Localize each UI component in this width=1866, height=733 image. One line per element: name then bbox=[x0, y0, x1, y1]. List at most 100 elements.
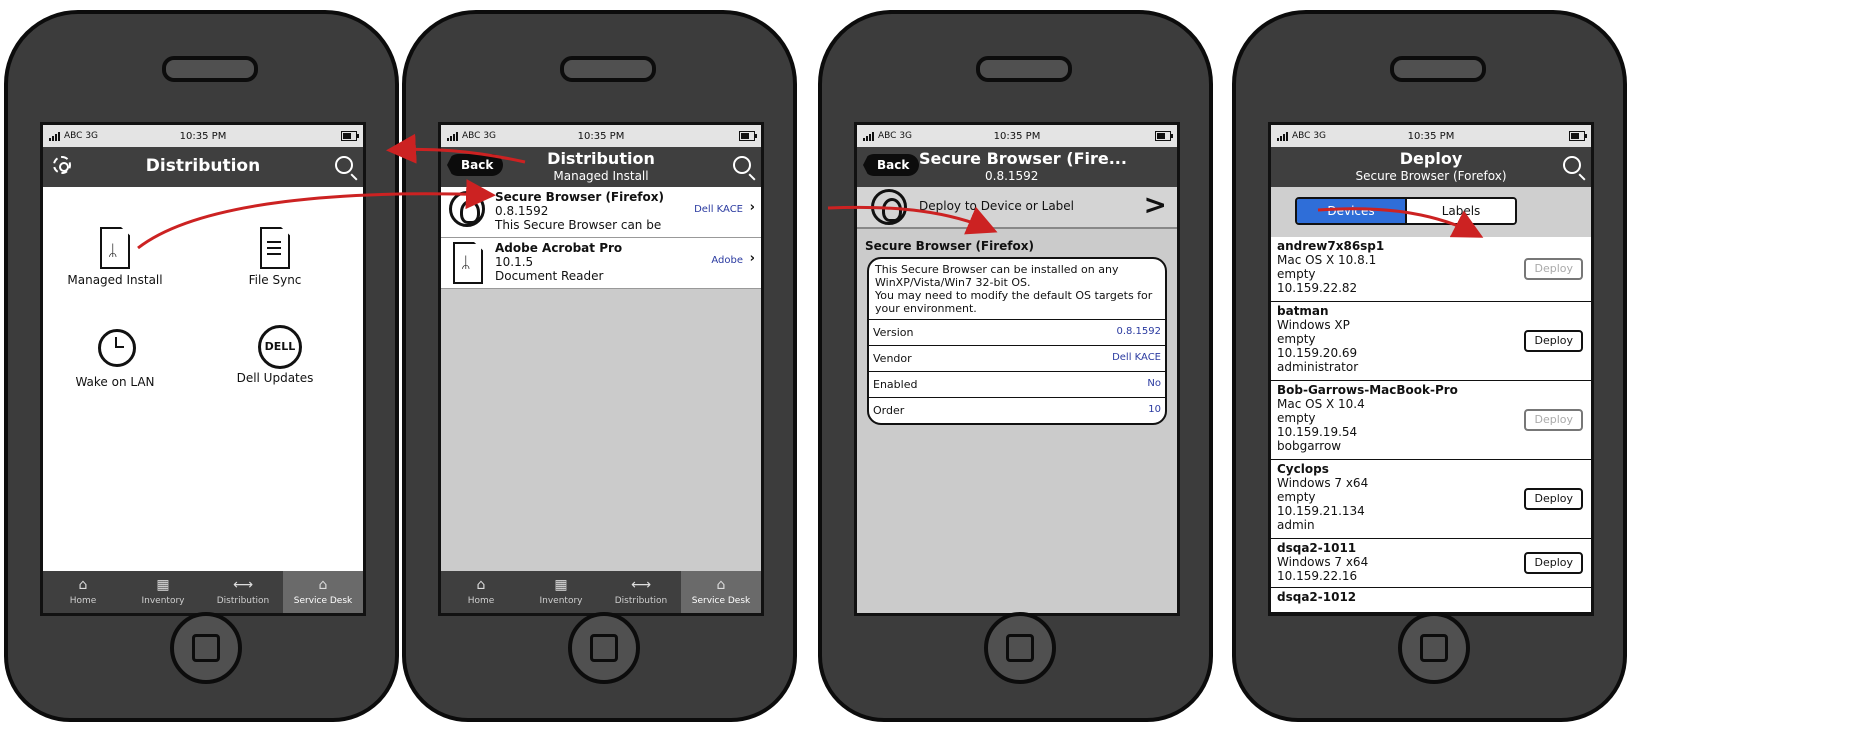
deploy-button[interactable]: Deploy bbox=[1524, 552, 1583, 574]
home-icon: ⌂ bbox=[78, 577, 88, 593]
status-bar: ABC 3G 10:35 PM bbox=[857, 125, 1177, 147]
device-name: andrew7x86sp1 bbox=[1277, 239, 1385, 253]
grid-icon: ▦ bbox=[156, 577, 170, 593]
search-icon[interactable] bbox=[335, 156, 353, 174]
nav-bar: Distribution bbox=[43, 147, 363, 187]
segment-devices[interactable]: Devices bbox=[1297, 199, 1407, 223]
segment-labels[interactable]: Labels bbox=[1407, 199, 1515, 223]
deploy-to-device-row[interactable]: Deploy to Device or Label > bbox=[857, 187, 1177, 229]
device-row[interactable]: Cyclops Windows 7 x64 empty 10.159.21.13… bbox=[1271, 460, 1591, 539]
chevron-right-icon: › bbox=[749, 251, 755, 266]
deploy-button[interactable]: Deploy bbox=[1524, 330, 1583, 352]
tab-service-desk[interactable]: ⌂ Service Desk bbox=[283, 571, 363, 613]
screen: ABC 3G 10:35 PM Back Distribution Manage… bbox=[438, 122, 764, 616]
device-row[interactable]: dsqa2-1011 Windows 7 x64 10.159.22.16 De… bbox=[1271, 539, 1591, 588]
phone-managed-install: ABC 3G 10:35 PM Back Distribution Manage… bbox=[402, 10, 797, 722]
home-button[interactable] bbox=[170, 612, 242, 684]
chevron-right-icon: › bbox=[749, 200, 755, 215]
item-desc: This Secure Browser can be bbox=[495, 218, 662, 232]
status-time: 10:35 PM bbox=[577, 130, 625, 142]
speaker bbox=[560, 56, 656, 82]
device-row[interactable]: batman Windows XP empty 10.159.20.69 adm… bbox=[1271, 302, 1591, 381]
item-vendor: Adobe bbox=[711, 255, 743, 266]
device-user: bobgarrow bbox=[1277, 439, 1342, 453]
field-version: Version 0.8.1592 bbox=[869, 319, 1165, 345]
status-time: 10:35 PM bbox=[179, 130, 227, 142]
pdf-doc-icon: ᛦ bbox=[453, 242, 483, 284]
battery-icon bbox=[341, 131, 359, 141]
deploy-button[interactable]: Deploy bbox=[1524, 409, 1583, 431]
double-arrow-icon: ⟷ bbox=[233, 577, 254, 593]
description-text: This Secure Browser can be installed on … bbox=[875, 263, 1153, 315]
tab-distribution[interactable]: ⟷ Distribution bbox=[203, 571, 283, 613]
screen: ABC 3G 10:35 PM Back Secure Browser (Fir… bbox=[854, 122, 1180, 616]
tab-bar: ⌂ Home ▦ Inventory ⟷ Distribution ⌂ Service … bbox=[43, 571, 363, 613]
deploy-button[interactable]: Deploy bbox=[1524, 258, 1583, 280]
tab-home[interactable]: ⌂ Home bbox=[43, 571, 123, 613]
doc-icon bbox=[260, 227, 290, 269]
speaker bbox=[976, 56, 1072, 82]
list-item[interactable]: ᛦ Adobe Acrobat Pro 10.1.5 Document Read… bbox=[441, 238, 761, 289]
firefox-icon bbox=[449, 191, 485, 227]
grid-item-label: Dell Updates bbox=[236, 371, 314, 385]
item-desc: Document Reader bbox=[495, 269, 604, 283]
list-item[interactable]: Secure Browser (Firefox) 0.8.1592 This S… bbox=[441, 187, 761, 238]
firefox-icon bbox=[871, 189, 907, 225]
section-title: Secure Browser (Firefox) bbox=[865, 239, 1034, 253]
device-name: Bob-Garrows-MacBook-Pro bbox=[1277, 383, 1458, 397]
gear-icon[interactable] bbox=[53, 156, 71, 174]
field-enabled: Enabled No bbox=[869, 371, 1165, 397]
battery-icon bbox=[1155, 131, 1173, 141]
nav-bar: Back Distribution Managed Install bbox=[441, 147, 761, 187]
device-row[interactable]: dsqa2-1012 bbox=[1271, 588, 1591, 613]
tab-inventory[interactable]: ▦ Inventory bbox=[123, 571, 203, 613]
phone-deploy: ABC 3G 10:35 PM Deploy Secure Browser (F… bbox=[1232, 10, 1627, 722]
page-subtitle: Secure Browser (Forefox) bbox=[1355, 169, 1507, 183]
speaker bbox=[162, 56, 258, 82]
back-button[interactable]: Back bbox=[863, 154, 920, 176]
tab-home[interactable]: ⌂ Home bbox=[441, 571, 521, 613]
nav-bar: Deploy Secure Browser (Forefox) bbox=[1271, 147, 1591, 187]
grid-item-managed-install[interactable]: ᛦ Managed Install bbox=[55, 227, 175, 287]
pdf-doc-icon: ᛦ bbox=[100, 227, 130, 269]
back-button[interactable]: Back bbox=[447, 154, 504, 176]
deploy-label: Deploy to Device or Label bbox=[919, 199, 1075, 213]
search-icon[interactable] bbox=[1563, 156, 1581, 174]
field-order: Order 10 bbox=[869, 397, 1165, 423]
detail-card: This Secure Browser can be installed on … bbox=[867, 257, 1167, 425]
tab-distribution[interactable]: ⟷ Distribution bbox=[601, 571, 681, 613]
device-row[interactable]: andrew7x86sp1 Mac OS X 10.8.1 empty 10.1… bbox=[1271, 237, 1591, 302]
alarm-clock-icon bbox=[98, 329, 136, 367]
battery-icon bbox=[739, 131, 757, 141]
battery-icon bbox=[1569, 131, 1587, 141]
device-name: dsqa2-1012 bbox=[1277, 590, 1357, 604]
search-icon[interactable] bbox=[733, 156, 751, 174]
tab-inventory[interactable]: ▦ Inventory bbox=[521, 571, 601, 613]
device-row[interactable]: Bob-Garrows-MacBook-Pro Mac OS X 10.4 em… bbox=[1271, 381, 1591, 460]
grid-icon: ▦ bbox=[554, 577, 568, 593]
deploy-button[interactable]: Deploy bbox=[1524, 488, 1583, 510]
device-ip: 10.159.22.82 bbox=[1277, 281, 1358, 295]
nav-bar: Back Secure Browser (Fire... 0.8.1592 bbox=[857, 147, 1177, 187]
dell-logo-icon: DELL bbox=[258, 325, 302, 369]
grid-item-label: Managed Install bbox=[67, 273, 163, 287]
home-button[interactable] bbox=[568, 612, 640, 684]
tab-service-desk[interactable]: ⌂ Service Desk bbox=[681, 571, 761, 613]
home-button[interactable] bbox=[1398, 612, 1470, 684]
grid-item-wake-on-lan[interactable]: Wake on LAN bbox=[55, 325, 175, 389]
grid-item-label: Wake on LAN bbox=[75, 375, 155, 389]
double-arrow-icon: ⟷ bbox=[631, 577, 652, 593]
device-list: andrew7x86sp1 Mac OS X 10.8.1 empty 10.1… bbox=[1271, 237, 1591, 613]
phone-package-detail: ABC 3G 10:35 PM Back Secure Browser (Fir… bbox=[818, 10, 1213, 722]
tab-bar: ⌂ Home ▦ Inventory ⟷ Distribution ⌂ Service … bbox=[441, 571, 761, 613]
grid-item-file-sync[interactable]: File Sync bbox=[215, 227, 335, 287]
status-time: 10:35 PM bbox=[1407, 130, 1455, 142]
device-name: Cyclops bbox=[1277, 462, 1329, 476]
page-title: Distribution bbox=[145, 156, 261, 176]
device-name: batman bbox=[1277, 304, 1329, 318]
grid-item-label: File Sync bbox=[248, 273, 302, 287]
status-bar: ABC 3G 10:35 PM bbox=[1271, 125, 1591, 147]
home-button[interactable] bbox=[984, 612, 1056, 684]
home-icon: ⌂ bbox=[476, 577, 486, 593]
grid-item-dell-updates[interactable]: DELL Dell Updates bbox=[215, 325, 335, 385]
